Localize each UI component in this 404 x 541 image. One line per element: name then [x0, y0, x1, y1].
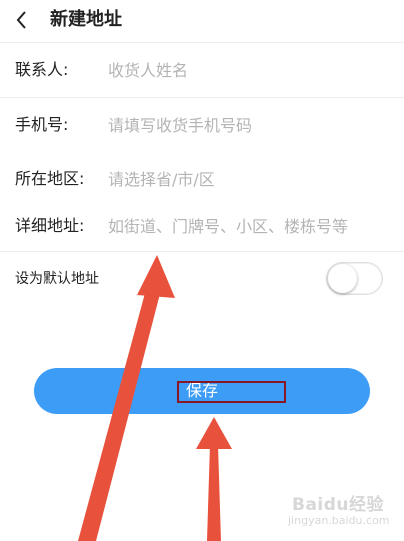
watermark-brand: Baidu经验	[292, 495, 385, 515]
phone-input[interactable]	[108, 110, 393, 140]
contact-label: 联系人:	[15, 60, 69, 79]
header-bar: 新建地址	[0, 0, 404, 43]
region-row[interactable]: 所在地区:	[0, 152, 404, 207]
region-select-input[interactable]	[108, 164, 393, 194]
default-address-label: 设为默认地址	[15, 271, 99, 287]
phone-label: 手机号:	[15, 115, 69, 134]
watermark-url: jingyan.baidu.com	[288, 514, 390, 527]
baidu-jingyan-watermark: Baidu经验 jingyan.baidu.com	[286, 490, 398, 534]
toggle-knob	[328, 264, 357, 293]
chevron-left-icon[interactable]	[10, 8, 34, 32]
arrow-short-head	[196, 417, 232, 449]
contact-row: 联系人:	[0, 43, 404, 98]
contact-name-input[interactable]	[108, 55, 393, 85]
page-title: 新建地址	[50, 9, 122, 30]
annotation-highlight-box	[177, 381, 286, 403]
address-detail-input[interactable]	[108, 211, 393, 241]
region-label: 所在地区:	[15, 169, 85, 188]
address-label: 详细地址:	[15, 216, 85, 235]
arrow-short-shaft	[207, 444, 221, 541]
address-row: 详细地址:	[0, 201, 404, 252]
phone-row: 手机号:	[0, 98, 404, 153]
default-address-toggle[interactable]	[326, 262, 383, 295]
default-address-row: 设为默认地址	[0, 252, 404, 306]
